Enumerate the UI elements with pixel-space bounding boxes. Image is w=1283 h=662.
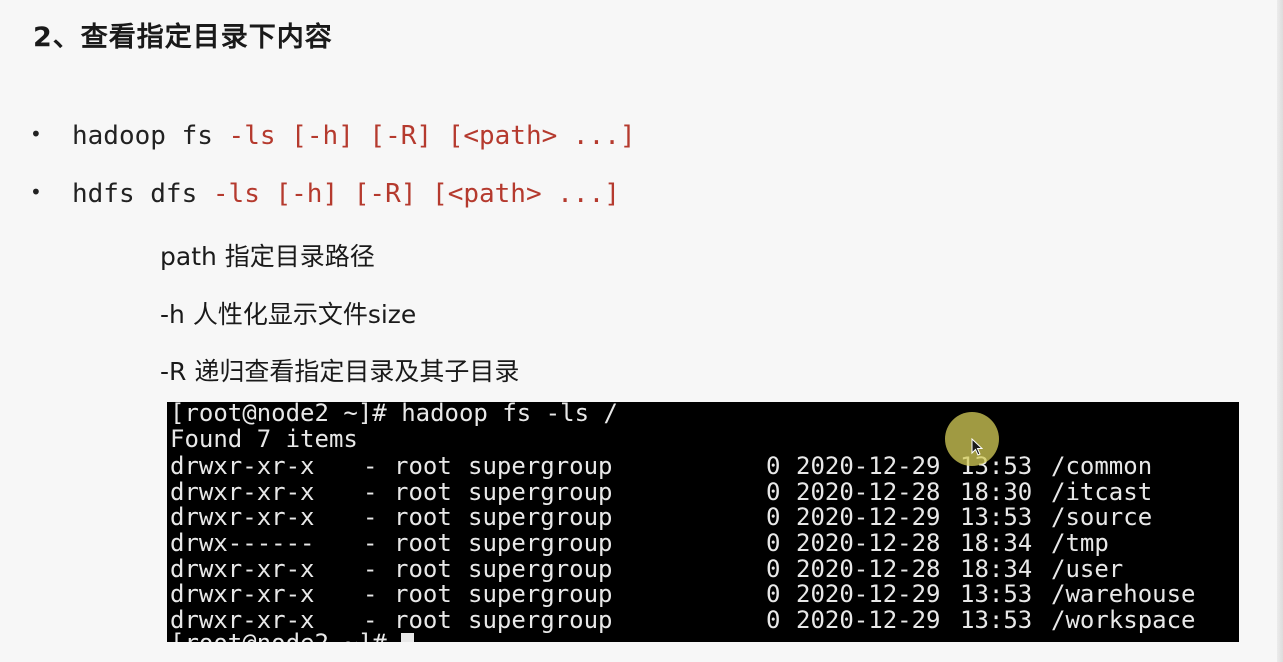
- slide-edge: [1277, 0, 1283, 662]
- time: 18:34: [960, 555, 1033, 583]
- date: 2020-12-28: [796, 478, 941, 506]
- command-options: -ls [-h] [-R] [<path> ...]: [212, 179, 620, 209]
- bullet-icon: •: [30, 180, 42, 204]
- permissions: drwx------: [170, 529, 315, 557]
- group: supergroup: [468, 478, 613, 506]
- command-base: hdfs dfs: [72, 179, 213, 209]
- time: 13:53: [960, 503, 1033, 531]
- time: 13:53: [960, 580, 1033, 608]
- replication: -: [363, 580, 378, 608]
- mouse-pointer-icon: [971, 438, 983, 456]
- date: 2020-12-29: [796, 580, 941, 608]
- command-line-hdfs: • hdfs dfs -ls [-h] [-R] [<path> ...]: [30, 179, 620, 209]
- replication: -: [363, 529, 378, 557]
- replication: -: [363, 452, 378, 480]
- listing-row: drwxr-xr-x - root supergroup 0 2020-12-2…: [170, 556, 1230, 582]
- bullet-icon: •: [30, 122, 42, 146]
- replication: -: [363, 478, 378, 506]
- path: /warehouse: [1051, 580, 1196, 608]
- terminal-last-prompt-line[interactable]: [root@node2 ~]#: [170, 629, 415, 642]
- group: supergroup: [468, 606, 613, 634]
- listing-row: drwxr-xr-x - root supergroup 0 2020-12-2…: [170, 479, 1230, 505]
- size: 0: [766, 478, 781, 506]
- date: 2020-12-28: [796, 529, 941, 557]
- owner: root: [394, 452, 452, 480]
- permissions: drwxr-xr-x: [170, 555, 315, 583]
- size: 0: [766, 580, 781, 608]
- page-title: 2、查看指定目录下内容: [33, 22, 333, 53]
- terminal-window: [root@node2 ~]# hadoop fs -ls / Found 7 …: [167, 402, 1239, 642]
- owner: root: [394, 478, 452, 506]
- command-base: hadoop fs: [72, 121, 229, 151]
- size: 0: [766, 606, 781, 634]
- permissions: drwxr-xr-x: [170, 580, 315, 608]
- group: supergroup: [468, 503, 613, 531]
- command-options: -ls [-h] [-R] [<path> ...]: [228, 121, 636, 151]
- time: 13:53: [960, 606, 1033, 634]
- owner: root: [394, 529, 452, 557]
- group: supergroup: [468, 529, 613, 557]
- listing-row: drwxr-xr-x - root supergroup 0 2020-12-2…: [170, 453, 1230, 479]
- path: /tmp: [1051, 529, 1109, 557]
- description-r: -R 递归查看指定目录及其子目录: [160, 357, 520, 386]
- listing-row: drwx------ - root supergroup 0 2020-12-2…: [170, 530, 1230, 556]
- path: /workspace: [1051, 606, 1196, 634]
- text-cursor-icon: [401, 633, 415, 642]
- terminal-prompt-command: [root@node2 ~]# hadoop fs -ls /: [170, 402, 618, 427]
- size: 0: [766, 555, 781, 583]
- size: 0: [766, 452, 781, 480]
- permissions: drwxr-xr-x: [170, 503, 315, 531]
- date: 2020-12-28: [796, 555, 941, 583]
- group: supergroup: [468, 452, 613, 480]
- listing-row: drwxr-xr-x - root supergroup 0 2020-12-2…: [170, 504, 1230, 530]
- replication: -: [363, 555, 378, 583]
- terminal-last-prompt: [root@node2 ~]#: [170, 629, 401, 642]
- owner: root: [394, 555, 452, 583]
- path: /source: [1051, 503, 1153, 531]
- description-path: path 指定目录路径: [160, 242, 375, 271]
- path: /common: [1051, 452, 1153, 480]
- time: 18:30: [960, 478, 1033, 506]
- date: 2020-12-29: [796, 452, 941, 480]
- date: 2020-12-29: [796, 503, 941, 531]
- size: 0: [766, 529, 781, 557]
- owner: root: [394, 580, 452, 608]
- command-line-hadoop: • hadoop fs -ls [-h] [-R] [<path> ...]: [30, 121, 636, 151]
- path: /itcast: [1051, 478, 1153, 506]
- terminal-found-count: Found 7 items: [170, 425, 358, 453]
- date: 2020-12-29: [796, 606, 941, 634]
- description-h: -h 人性化显示文件size: [160, 300, 417, 329]
- replication: -: [363, 503, 378, 531]
- permissions: drwxr-xr-x: [170, 452, 315, 480]
- time: 18:34: [960, 529, 1033, 557]
- path: /user: [1051, 555, 1124, 583]
- group: supergroup: [468, 555, 613, 583]
- owner: root: [394, 503, 452, 531]
- group: supergroup: [468, 580, 613, 608]
- listing-row: drwxr-xr-x - root supergroup 0 2020-12-2…: [170, 581, 1230, 607]
- permissions: drwxr-xr-x: [170, 478, 315, 506]
- size: 0: [766, 503, 781, 531]
